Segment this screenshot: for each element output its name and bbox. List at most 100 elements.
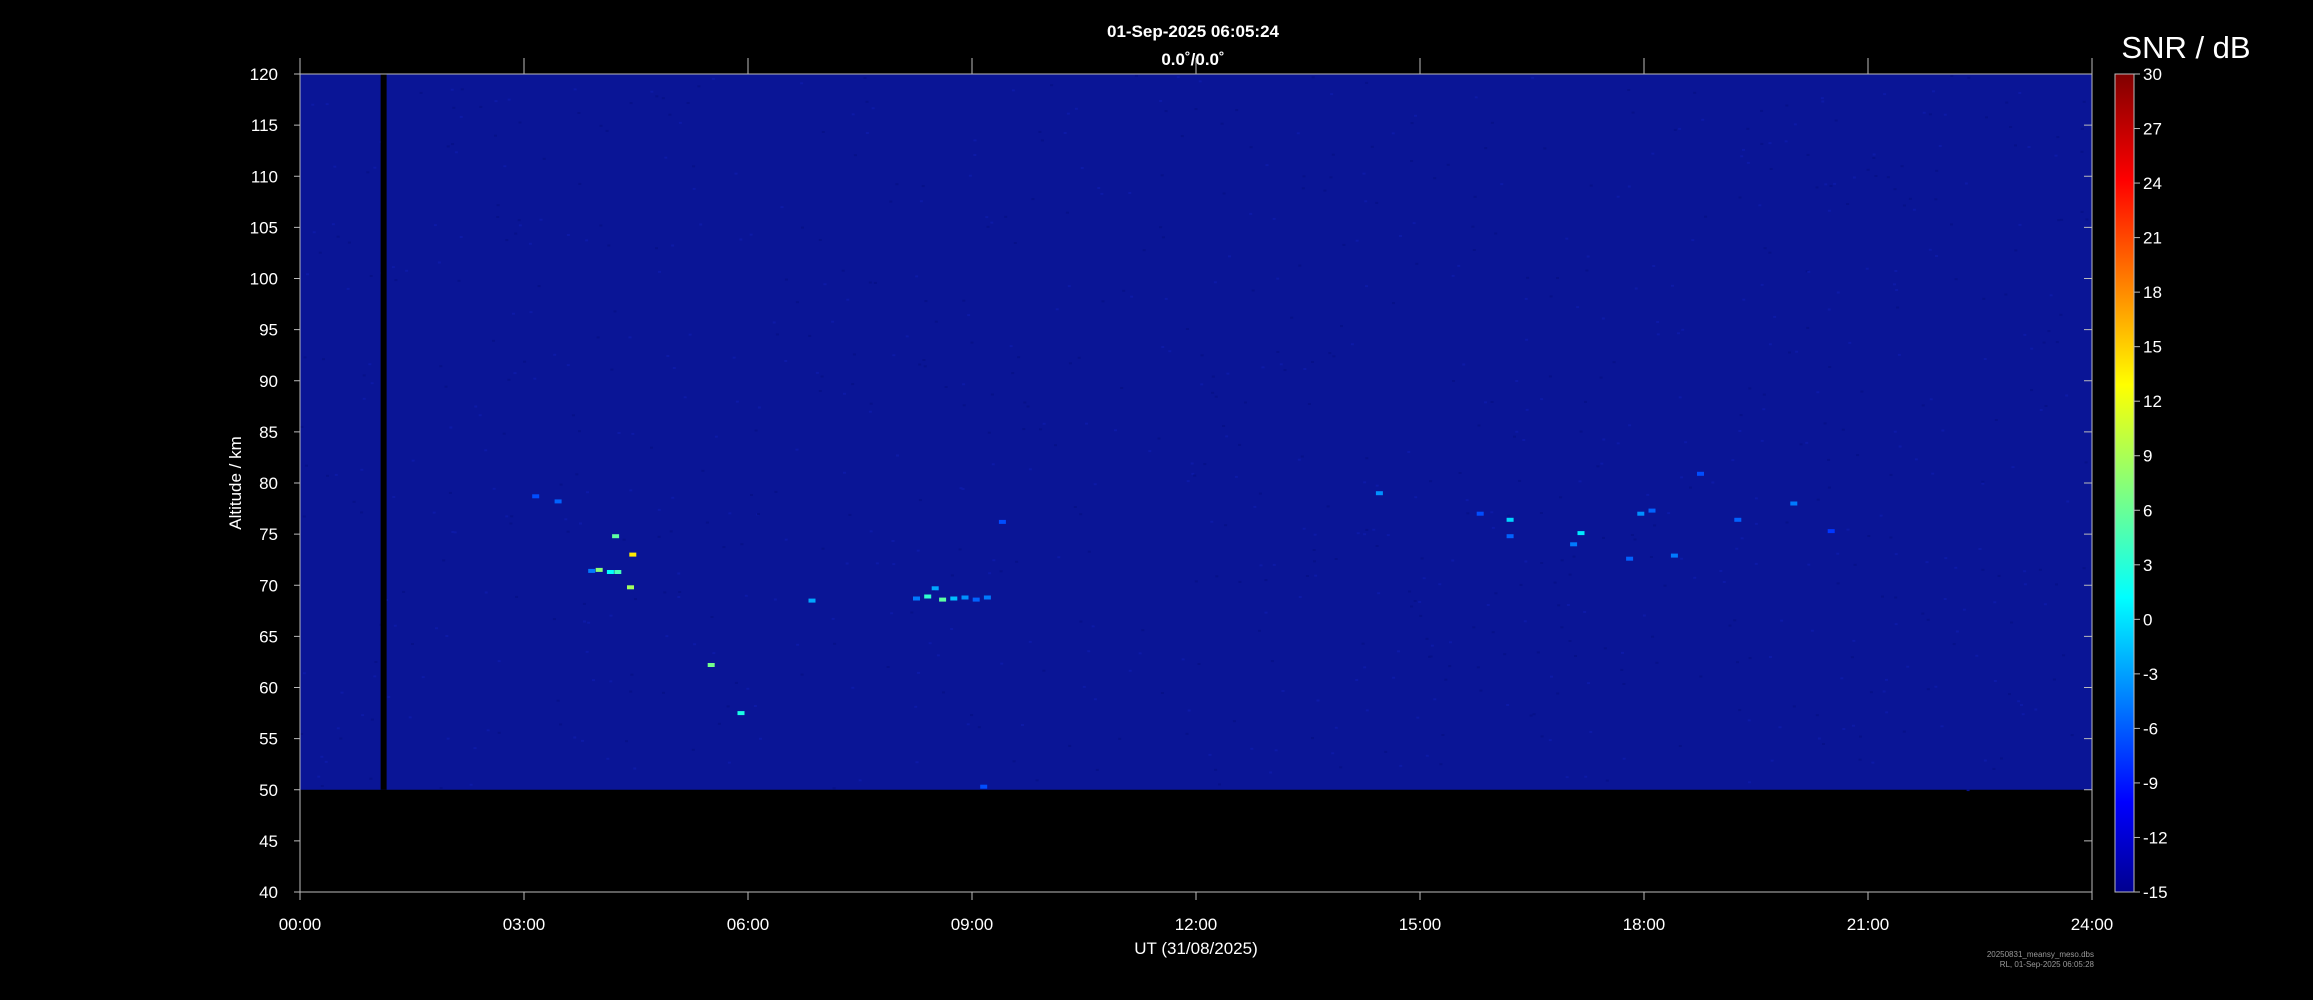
noise-speck [2084, 461, 2088, 464]
noise-speck [1966, 789, 1970, 792]
noise-speck [361, 714, 365, 717]
noise-speck [668, 113, 672, 116]
noise-speck [1355, 239, 1359, 242]
noise-speck [1328, 352, 1332, 355]
noise-speck [1068, 744, 1072, 747]
noise-speck [573, 88, 577, 91]
noise-speck [801, 226, 804, 229]
noise-speck [2027, 146, 2031, 148]
noise-speck [1524, 297, 1528, 300]
noise-speck [585, 239, 589, 242]
noise-speck [529, 311, 533, 314]
noise-speck [1681, 328, 1685, 331]
noise-speck [585, 650, 589, 653]
noise-speck [655, 247, 658, 250]
noise-speck [977, 726, 981, 729]
noise-speck [1628, 424, 1632, 427]
noise-speck [780, 206, 784, 209]
noise-speck [1128, 192, 1132, 194]
noise-speck [1840, 677, 1844, 680]
noise-speck [1314, 574, 1318, 577]
noise-speck [1063, 132, 1067, 134]
noise-speck [1816, 498, 1820, 501]
noise-speck [408, 716, 412, 719]
noise-speck [368, 363, 372, 366]
noise-speck [1778, 726, 1782, 729]
noise-speck [1768, 142, 1772, 145]
noise-speck [1356, 532, 1360, 535]
noise-speck [1452, 380, 1455, 382]
noise-speck [650, 90, 654, 93]
noise-speck [362, 374, 366, 377]
noise-speck [1031, 198, 1035, 201]
noise-speck [629, 690, 633, 693]
noise-speck [497, 660, 501, 663]
noise-speck [970, 714, 974, 717]
noise-speck [1548, 739, 1552, 742]
noise-speck [1226, 372, 1230, 375]
noise-speck [1130, 295, 1134, 298]
noise-speck [1079, 620, 1083, 623]
noise-speck [1465, 499, 1469, 502]
noise-speck [1955, 630, 1959, 633]
noise-speck [1011, 89, 1015, 92]
echo-point [1506, 534, 1514, 539]
colorbar: 302724211815129630-3-6-9-12-15 SNR / dB [2114, 30, 2251, 902]
noise-speck [851, 686, 855, 689]
noise-speck [1663, 584, 1667, 587]
noise-speck [1474, 96, 1478, 99]
noise-speck [1565, 237, 1569, 240]
noise-speck [1742, 148, 1745, 151]
noise-speck [1994, 419, 1998, 421]
noise-speck [492, 339, 495, 342]
noise-speck [374, 661, 378, 663]
noise-speck [1763, 247, 1767, 250]
noise-speck [1627, 185, 1631, 188]
noise-speck [360, 468, 364, 471]
colorbar-tick-label: 0 [2143, 610, 2152, 629]
noise-speck [1981, 568, 1985, 571]
noise-speck [442, 559, 446, 562]
noise-speck [1842, 728, 1846, 730]
noise-speck [370, 718, 374, 721]
noise-speck [1120, 387, 1124, 389]
noise-speck [2008, 693, 2011, 696]
noise-speck [1093, 483, 1097, 486]
noise-speck [1290, 316, 1294, 319]
noise-speck [987, 431, 991, 434]
noise-speck [1525, 408, 1529, 411]
noise-speck [596, 336, 600, 339]
noise-speck [677, 596, 681, 598]
noise-speck [1553, 581, 1557, 584]
noise-speck [1211, 375, 1215, 378]
noise-speck [1122, 289, 1126, 292]
noise-speck [613, 310, 617, 313]
noise-speck [678, 121, 682, 124]
noise-speck [1656, 321, 1660, 323]
noise-speck [895, 183, 899, 186]
noise-speck [843, 392, 846, 395]
noise-speck [1476, 666, 1480, 669]
noise-speck [1543, 147, 1547, 150]
noise-speck [1490, 401, 1494, 403]
noise-speck [1733, 619, 1737, 622]
noise-speck [419, 91, 423, 94]
noise-speck [1780, 619, 1784, 622]
noise-speck [1550, 675, 1553, 678]
noise-speck [1824, 183, 1828, 186]
noise-speck [629, 102, 633, 105]
echo-point [588, 568, 596, 573]
echo-point [983, 595, 991, 600]
noise-speck [1302, 527, 1306, 530]
noise-speck [663, 591, 667, 594]
noise-speck [1026, 405, 1030, 408]
noise-speck [446, 737, 450, 740]
noise-speck [1769, 656, 1772, 658]
noise-speck [657, 535, 661, 538]
noise-speck [1568, 573, 1572, 576]
noise-speck [1519, 583, 1523, 586]
noise-speck [1810, 629, 1814, 632]
noise-speck [739, 238, 743, 241]
noise-speck [1258, 629, 1261, 632]
noise-speck [437, 261, 441, 264]
